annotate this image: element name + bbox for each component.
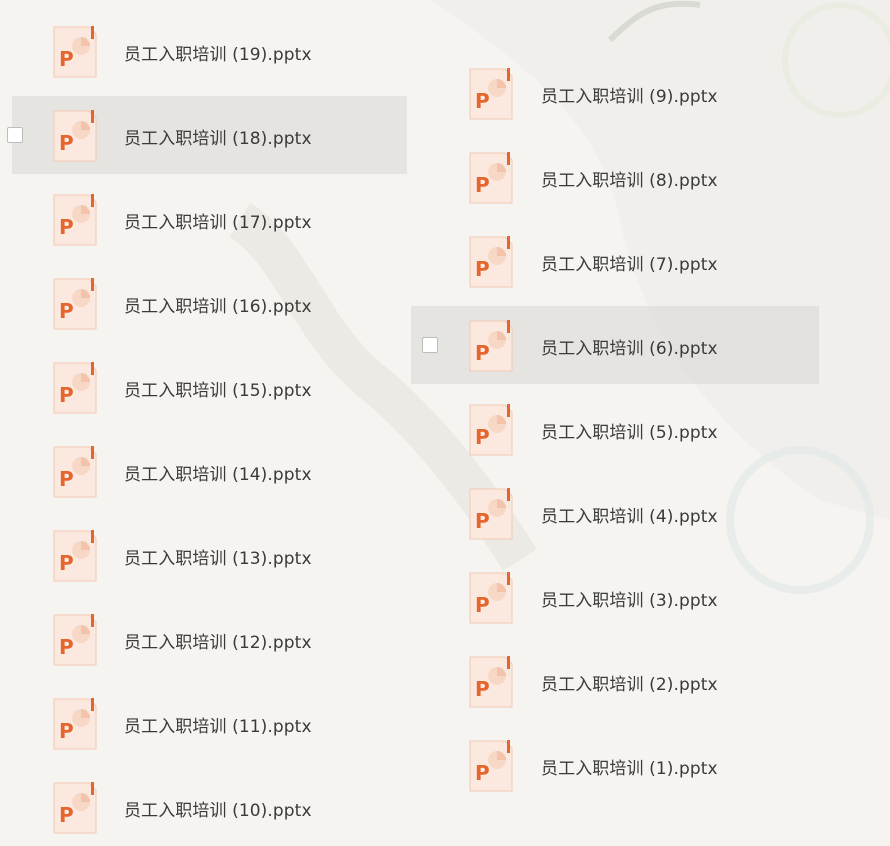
file-item[interactable]: P 员工入职培训 (14).pptx xyxy=(12,432,407,510)
powerpoint-file-icon: P xyxy=(469,404,513,456)
file-item[interactable]: P 员工入职培训 (19).pptx xyxy=(12,12,407,90)
file-item[interactable]: P 员工入职培训 (8).pptx xyxy=(411,138,819,216)
file-name: 员工入职培训 (6).pptx xyxy=(541,339,718,359)
file-name: 员工入职培训 (13).pptx xyxy=(124,549,312,569)
file-name: 员工入职培训 (16).pptx xyxy=(124,297,312,317)
file-item[interactable]: P 员工入职培训 (3).pptx xyxy=(411,558,819,636)
file-item[interactable]: P 员工入职培训 (1).pptx xyxy=(411,726,819,804)
ppt-letter: P xyxy=(59,803,74,827)
powerpoint-file-icon: P xyxy=(469,572,513,624)
file-item[interactable]: P 员工入职培训 (5).pptx xyxy=(411,390,819,468)
ppt-letter: P xyxy=(59,299,74,323)
file-name: 员工入职培训 (17).pptx xyxy=(124,213,312,233)
file-name: 员工入职培训 (18).pptx xyxy=(124,129,312,149)
file-name: 员工入职培训 (1).pptx xyxy=(541,759,718,779)
powerpoint-file-icon: P xyxy=(53,614,97,666)
file-name: 员工入职培训 (11).pptx xyxy=(124,717,312,737)
file-item[interactable]: P 员工入职培训 (12).pptx xyxy=(12,600,407,678)
file-name: 员工入职培训 (5).pptx xyxy=(541,423,718,443)
powerpoint-file-icon: P xyxy=(53,698,97,750)
file-item[interactable]: P 员工入职培训 (13).pptx xyxy=(12,516,407,594)
ppt-letter: P xyxy=(59,383,74,407)
file-item[interactable]: P 员工入职培训 (17).pptx xyxy=(12,180,407,258)
ppt-letter: P xyxy=(475,509,490,533)
powerpoint-file-icon: P xyxy=(469,152,513,204)
powerpoint-file-icon: P xyxy=(469,656,513,708)
powerpoint-file-icon: P xyxy=(469,488,513,540)
ppt-letter: P xyxy=(475,761,490,785)
file-item[interactable]: P 员工入职培训 (4).pptx xyxy=(411,474,819,552)
file-item[interactable]: P 员工入职培训 (15).pptx xyxy=(12,348,407,426)
ppt-letter: P xyxy=(475,89,490,113)
powerpoint-file-icon: P xyxy=(469,236,513,288)
powerpoint-file-icon: P xyxy=(53,782,97,834)
file-item[interactable]: P 员工入职培训 (18).pptx xyxy=(7,96,407,174)
powerpoint-file-icon: P xyxy=(469,68,513,120)
powerpoint-file-icon: P xyxy=(469,320,513,372)
select-checkbox[interactable] xyxy=(422,337,438,353)
ppt-letter: P xyxy=(475,257,490,281)
ppt-letter: P xyxy=(475,593,490,617)
file-item[interactable]: P 员工入职培训 (6).pptx xyxy=(411,306,819,384)
powerpoint-file-icon: P xyxy=(469,740,513,792)
file-name: 员工入职培训 (10).pptx xyxy=(124,801,312,821)
file-name: 员工入职培训 (4).pptx xyxy=(541,507,718,527)
file-item[interactable]: P 员工入职培训 (16).pptx xyxy=(12,264,407,342)
file-name: 员工入职培训 (3).pptx xyxy=(541,591,718,611)
select-checkbox[interactable] xyxy=(7,127,23,143)
file-name: 员工入职培训 (2).pptx xyxy=(541,675,718,695)
ppt-letter: P xyxy=(475,341,490,365)
powerpoint-file-icon: P xyxy=(53,362,97,414)
ppt-letter: P xyxy=(475,677,490,701)
ppt-letter: P xyxy=(59,131,74,155)
ppt-letter: P xyxy=(475,425,490,449)
ppt-letter: P xyxy=(475,173,490,197)
file-name: 员工入职培训 (9).pptx xyxy=(541,87,718,107)
file-name: 员工入职培训 (8).pptx xyxy=(541,171,718,191)
ppt-letter: P xyxy=(59,719,74,743)
file-name: 员工入职培训 (15).pptx xyxy=(124,381,312,401)
ppt-letter: P xyxy=(59,215,74,239)
powerpoint-file-icon: P xyxy=(53,194,97,246)
powerpoint-file-icon: P xyxy=(53,26,97,78)
file-name: 员工入职培训 (14).pptx xyxy=(124,465,312,485)
file-item[interactable]: P 员工入职培训 (11).pptx xyxy=(12,684,407,762)
ppt-letter: P xyxy=(59,47,74,71)
ppt-letter: P xyxy=(59,467,74,491)
file-item[interactable]: P 员工入职培训 (2).pptx xyxy=(411,642,819,720)
file-item[interactable]: P 员工入职培训 (10).pptx xyxy=(12,768,407,846)
powerpoint-file-icon: P xyxy=(53,530,97,582)
ppt-letter: P xyxy=(59,635,74,659)
powerpoint-file-icon: P xyxy=(53,110,97,162)
powerpoint-file-icon: P xyxy=(53,446,97,498)
file-name: 员工入职培训 (19).pptx xyxy=(124,45,312,65)
file-name: 员工入职培训 (12).pptx xyxy=(124,633,312,653)
file-item[interactable]: P 员工入职培训 (7).pptx xyxy=(411,222,819,300)
powerpoint-file-icon: P xyxy=(53,278,97,330)
file-name: 员工入职培训 (7).pptx xyxy=(541,255,718,275)
file-item[interactable]: P 员工入职培训 (9).pptx xyxy=(411,54,819,132)
ppt-letter: P xyxy=(59,551,74,575)
